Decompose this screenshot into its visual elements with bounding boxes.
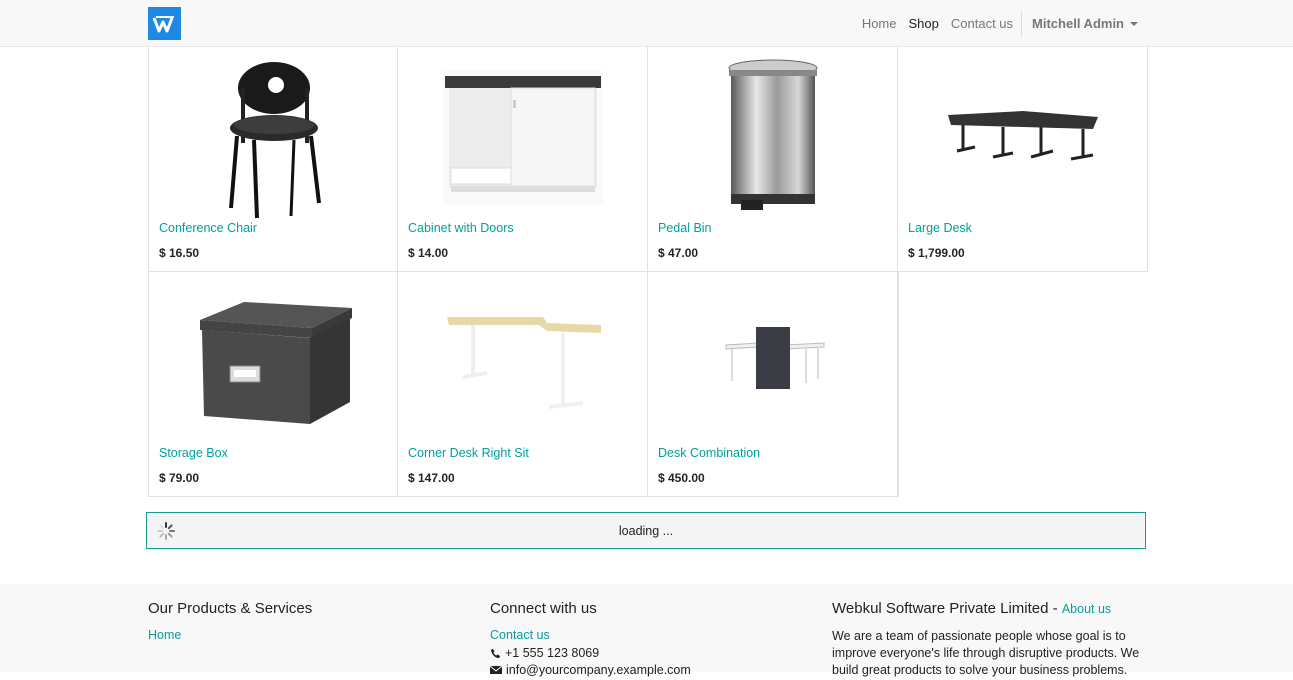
box-image[interactable] xyxy=(149,280,399,445)
spinner-icon xyxy=(157,522,175,540)
product-name[interactable]: Storage Box xyxy=(159,446,228,460)
footer: Our Products & Services Home Connect wit… xyxy=(0,584,1293,677)
product-name[interactable]: Pedal Bin xyxy=(658,221,712,235)
about-us-link[interactable]: About us xyxy=(1062,602,1111,616)
product-card[interactable]: Large Desk $ 1,799.00 xyxy=(898,47,1148,272)
chevron-down-icon xyxy=(1130,21,1138,26)
bin-image[interactable] xyxy=(648,55,898,220)
product-card[interactable]: Pedal Bin $ 47.00 xyxy=(648,47,898,272)
product-price: $ 450.00 xyxy=(658,471,705,485)
product-grid: Conference Chair $ 16.50 Cabinet with Do… xyxy=(148,47,1148,497)
product-price: $ 147.00 xyxy=(408,471,455,485)
product-name[interactable]: Corner Desk Right Sit xyxy=(408,446,529,460)
phone-icon xyxy=(490,648,501,658)
product-name[interactable]: Conference Chair xyxy=(159,221,257,235)
product-card[interactable]: Corner Desk Right Sit $ 147.00 xyxy=(398,272,648,497)
webkul-logo-icon xyxy=(152,15,174,32)
footer-home-link[interactable]: Home xyxy=(148,628,312,642)
cabinet-image[interactable] xyxy=(398,55,648,220)
footer-title: Our Products & Services xyxy=(148,600,313,617)
phone-text: +1 555 123 8069 xyxy=(505,646,600,660)
product-price: $ 16.50 xyxy=(159,246,200,260)
nav-home[interactable]: Home xyxy=(856,16,903,31)
logo[interactable] xyxy=(148,7,181,40)
envelope-icon xyxy=(490,665,502,674)
desk-image[interactable] xyxy=(898,55,1148,220)
user-menu[interactable]: Mitchell Admin xyxy=(1024,16,1146,31)
nav-divider xyxy=(1021,10,1023,37)
product-name[interactable]: Desk Combination xyxy=(658,446,760,460)
product-name[interactable]: Large Desk xyxy=(908,221,972,235)
loading-text: loading ... xyxy=(618,523,674,538)
empty-cell xyxy=(898,272,1148,497)
product-price: $ 79.00 xyxy=(159,471,200,485)
company-name: Webkul Software Private Limited xyxy=(832,600,1049,617)
corner-desk-image[interactable] xyxy=(398,280,648,445)
product-card[interactable]: Desk Combination $ 450.00 xyxy=(648,272,898,497)
footer-contact-link[interactable]: Contact us xyxy=(490,628,691,642)
footer-company-title: Webkul Software Private Limited - About … xyxy=(832,600,1152,617)
footer-phone: +1 555 123 8069 xyxy=(490,646,691,660)
company-description: We are a team of passionate people whose… xyxy=(832,629,1140,677)
product-price: $ 1,799.00 xyxy=(908,246,965,260)
nav-shop[interactable]: Shop xyxy=(903,16,945,31)
product-card[interactable]: Cabinet with Doors $ 14.00 xyxy=(398,47,648,272)
footer-title: Connect with us xyxy=(490,600,597,617)
email-text[interactable]: info@yourcompany.example.com xyxy=(506,663,691,677)
chair-image[interactable] xyxy=(149,55,399,220)
product-card[interactable]: Conference Chair $ 16.50 xyxy=(148,47,398,272)
nav-links: Home Shop Contact us Mitchell Admin xyxy=(856,0,1146,47)
top-navbar: Home Shop Contact us Mitchell Admin xyxy=(0,0,1293,47)
user-name: Mitchell Admin xyxy=(1032,16,1124,31)
product-price: $ 47.00 xyxy=(658,246,699,260)
loading-bar: loading ... xyxy=(146,512,1146,549)
footer-products: Our Products & Services Home xyxy=(148,600,312,646)
footer-email: info@yourcompany.example.com xyxy=(490,663,691,677)
desk-combination-image[interactable] xyxy=(648,280,898,445)
nav-contact[interactable]: Contact us xyxy=(945,16,1019,31)
footer-connect: Connect with us Contact us +1 555 123 80… xyxy=(490,600,691,680)
footer-company: Webkul Software Private Limited - About … xyxy=(832,600,1152,679)
product-price: $ 14.00 xyxy=(408,246,449,260)
product-card[interactable]: Storage Box $ 79.00 xyxy=(148,272,398,497)
title-separator: - xyxy=(1048,600,1062,617)
product-name[interactable]: Cabinet with Doors xyxy=(408,221,514,235)
